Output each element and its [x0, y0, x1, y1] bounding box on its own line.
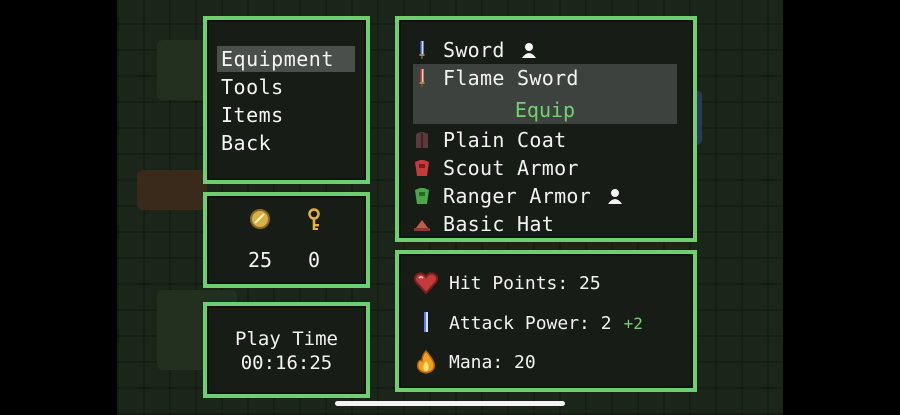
coin-count: 25 — [247, 248, 273, 272]
menu-item-tools[interactable]: Tools — [221, 74, 284, 100]
stat-attack-power: Attack Power: 2 +2 — [413, 310, 643, 336]
mana-label: Mana: 20 — [449, 351, 536, 373]
equipment-item-selected[interactable]: Flame Sword — [413, 64, 683, 92]
menu-item-equipment[interactable]: Equipment — [221, 46, 334, 72]
stat-mana: Mana: 20 — [413, 349, 536, 375]
menu-item-back[interactable]: Back — [221, 130, 271, 156]
equipment-item-name: Ranger Armor — [443, 184, 592, 208]
play-time-label: Play Time — [235, 328, 338, 350]
equipment-item-name: Scout Armor — [443, 156, 579, 180]
home-indicator[interactable] — [335, 401, 565, 406]
hat-icon — [413, 214, 431, 234]
equipment-list-panel: Sword Flame Sword Equip Plain Coat Scout… — [395, 16, 697, 242]
attack-power-label: Attack Power: 2 — [449, 312, 612, 334]
equipment-item[interactable]: Ranger Armor — [413, 182, 683, 210]
equipment-item[interactable]: Scout Armor — [413, 154, 683, 182]
ranger-armor-icon — [413, 186, 431, 206]
flame-icon — [416, 349, 436, 374]
scout-armor-icon — [413, 158, 431, 178]
equip-button[interactable]: Equip — [413, 96, 677, 124]
equipment-item[interactable]: Plain Coat — [413, 126, 683, 154]
equipment-item[interactable]: Basic Hat — [413, 210, 683, 238]
equipment-item-name: Basic Hat — [443, 212, 555, 236]
equipment-item-name: Plain Coat — [443, 128, 567, 152]
stats-panel: Hit Points: 25 Attack Power: 2 +2 Mana: … — [395, 250, 697, 392]
flame-sword-icon — [413, 68, 431, 88]
equipment-item-name: Sword — [443, 38, 505, 62]
equipment-item-name: Flame Sword — [443, 66, 579, 90]
equipped-marker-icon — [521, 43, 536, 58]
key-count: 0 — [307, 248, 321, 272]
equipped-marker-icon — [608, 189, 623, 204]
stat-hit-points: Hit Points: 25 — [413, 270, 601, 296]
background-bridge — [137, 170, 207, 210]
currency-panel: 25 0 — [203, 192, 370, 288]
menu-item-items[interactable]: Items — [221, 102, 284, 128]
sword-icon — [424, 312, 428, 332]
attack-bonus: +2 — [623, 313, 643, 333]
coin-icon — [250, 209, 270, 229]
coat-icon — [413, 130, 431, 150]
play-time-panel: Play Time 00:16:25 — [203, 302, 370, 398]
heart-icon — [413, 272, 439, 295]
play-time-value: 00:16:25 — [240, 352, 333, 374]
key-icon — [308, 208, 320, 230]
equipment-item[interactable]: Sword — [413, 36, 683, 64]
main-menu-panel: Equipment Tools Items Back — [203, 16, 370, 184]
sword-icon — [413, 40, 431, 60]
hit-points-label: Hit Points: 25 — [449, 272, 601, 294]
